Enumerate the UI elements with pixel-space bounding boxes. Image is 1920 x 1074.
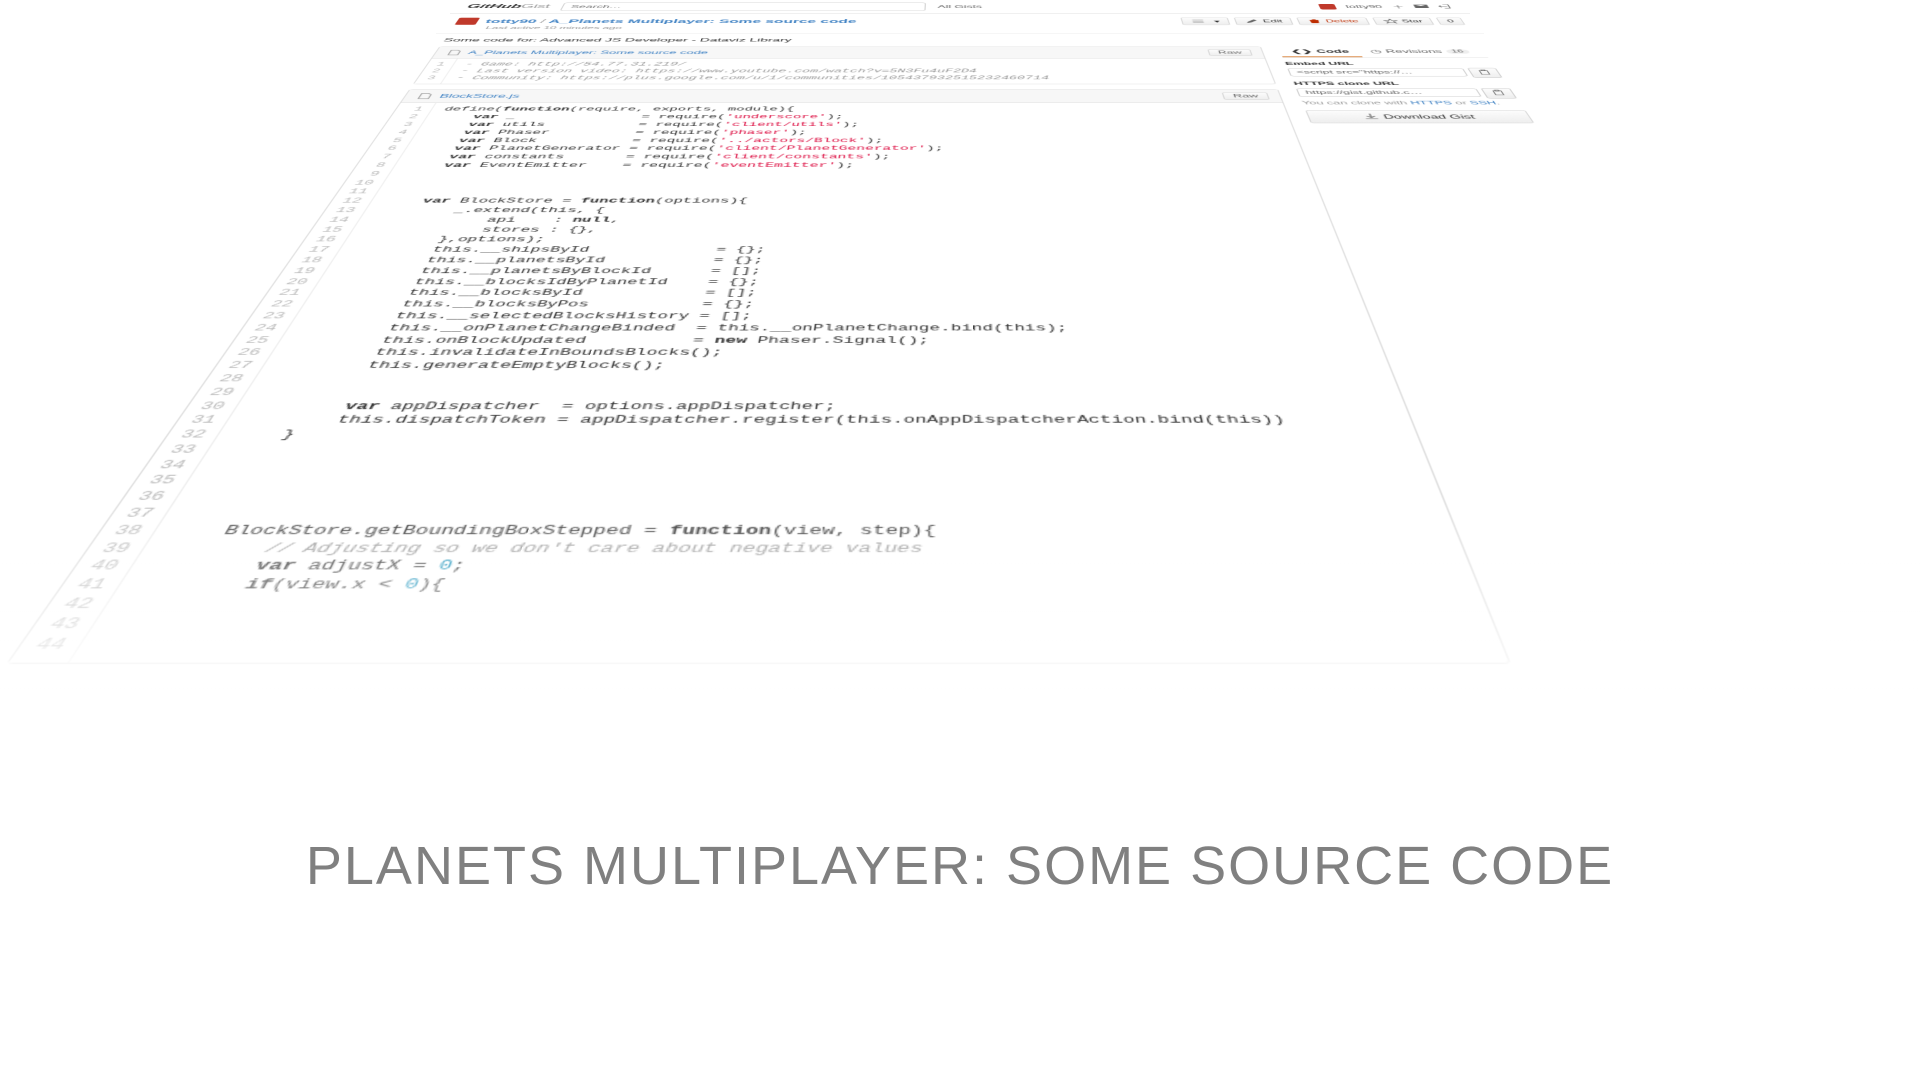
raw-button[interactable]: Raw xyxy=(1222,92,1270,100)
file-icon xyxy=(445,50,464,55)
gist-title[interactable]: totty90 / A_Planets Multiplayer: Some so… xyxy=(484,18,857,24)
star-count[interactable]: 0 xyxy=(1435,17,1465,25)
clock-icon: ◷ xyxy=(1369,49,1383,54)
download-icon xyxy=(1362,113,1382,119)
embed-url-input[interactable] xyxy=(1287,68,1468,76)
file2-source: define(function(require, exports, module… xyxy=(70,103,1375,663)
file-block: A_Planets Multiplayer: Some source code … xyxy=(413,46,1276,84)
menu-button[interactable]: ▾ xyxy=(1181,17,1231,25)
file-icon xyxy=(415,93,435,99)
download-gist-button[interactable]: Download Gist xyxy=(1305,110,1534,123)
file-name[interactable]: A_Planets Multiplayer: Some source code xyxy=(467,50,709,55)
delete-button[interactable]: Delete xyxy=(1296,17,1370,25)
code-icon: ❮❯ xyxy=(1290,49,1314,54)
ssh-link[interactable]: SSH xyxy=(1469,100,1498,105)
avatar[interactable] xyxy=(1318,4,1337,9)
file-name[interactable]: BlockStore.js xyxy=(438,93,521,99)
github-gist-logo[interactable]: GitHubGist xyxy=(465,4,551,10)
tab-code[interactable]: ❮❯ Code xyxy=(1278,46,1363,57)
inbox-icon[interactable] xyxy=(1412,4,1430,10)
gist-title-row: totty90 / A_Planets Multiplayer: Some so… xyxy=(441,14,1478,26)
gist-description: Some code for: Advanced JS Developer - D… xyxy=(427,33,1494,46)
copy-embed-button[interactable] xyxy=(1467,68,1503,78)
nav-tabs: All Gists xyxy=(937,4,982,9)
raw-button[interactable]: Raw xyxy=(1207,49,1253,56)
edit-button[interactable]: Edit xyxy=(1234,17,1294,25)
clone-note: You can clone with HTTPS or SSH. xyxy=(1301,100,1522,105)
search-input[interactable] xyxy=(560,3,926,11)
clipboard-icon xyxy=(1475,69,1494,75)
clone-label: HTTPS clone URL xyxy=(1293,81,1509,86)
copy-clone-button[interactable] xyxy=(1480,88,1517,99)
clipboard-icon xyxy=(1488,90,1508,96)
file1-source: - Game: http://54.77.31.219/ - Last vers… xyxy=(441,59,1061,84)
caption: PLANETS MULTIPLAYER: SOME SOURCE CODE xyxy=(0,835,1920,897)
revisions-count: 16 xyxy=(1445,49,1470,53)
star-button[interactable]: Star xyxy=(1372,17,1435,25)
nav-all-gists[interactable]: All Gists xyxy=(937,4,982,9)
owner-avatar[interactable] xyxy=(455,18,480,25)
clone-url-input[interactable] xyxy=(1296,88,1482,97)
tab-revisions[interactable]: ◷ Revisions 16 xyxy=(1357,46,1484,57)
file-block: BlockStore.js Raw 1 2 3 4 5 6 7 8 9 10 1… xyxy=(6,89,1512,664)
exit-icon[interactable] xyxy=(1437,4,1455,10)
add-icon[interactable]: ＋ xyxy=(1390,4,1406,10)
embed-label: Embed URL xyxy=(1284,61,1494,66)
username-link[interactable]: totty90 xyxy=(1344,4,1383,9)
gist-page: GitHubGist All Gists totty90 ＋ xyxy=(0,0,1920,734)
github-header: GitHubGist All Gists totty90 ＋ xyxy=(450,0,1470,14)
https-link[interactable]: HTTPS xyxy=(1409,100,1454,105)
gist-meta: Last active 10 minutes ago xyxy=(436,26,1484,33)
